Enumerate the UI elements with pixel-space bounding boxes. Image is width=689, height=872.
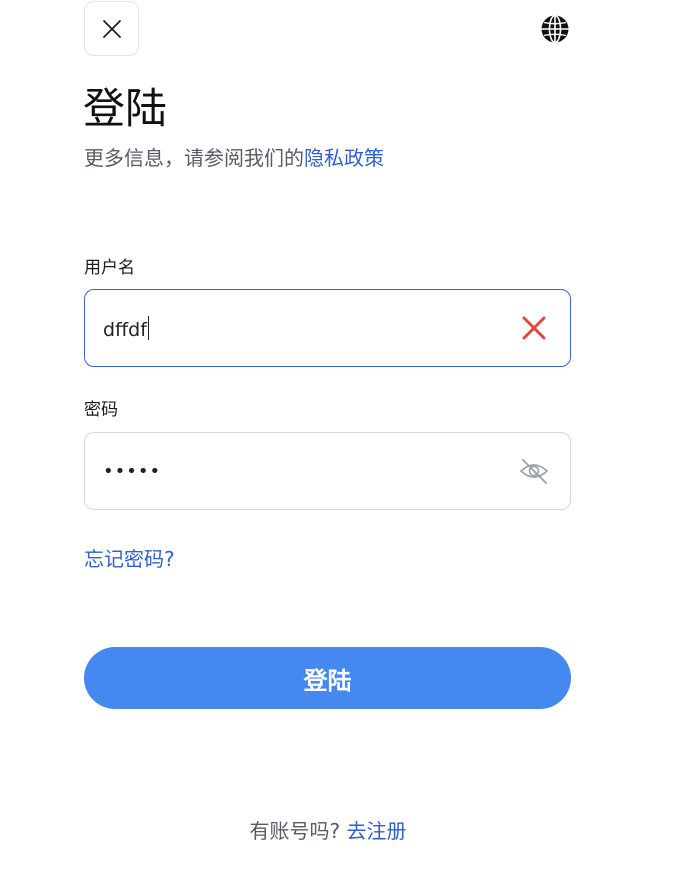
- username-value: dffdf: [103, 318, 147, 341]
- password-input[interactable]: •••••: [103, 461, 516, 482]
- privacy-policy-link[interactable]: 隐私政策: [304, 146, 384, 170]
- text-caret: [147, 315, 150, 340]
- close-button[interactable]: [84, 1, 139, 56]
- register-link[interactable]: 去注册: [346, 819, 406, 843]
- privacy-note-text: 更多信息，请参阅我们的: [84, 146, 304, 170]
- password-label: 密码: [84, 400, 118, 420]
- clear-username-button[interactable]: [516, 310, 552, 346]
- username-label: 用户名: [84, 258, 135, 278]
- language-button[interactable]: [539, 13, 571, 45]
- globe-icon: [541, 14, 569, 44]
- eye-off-icon: [519, 459, 549, 484]
- page-title: 登陆: [83, 84, 168, 133]
- close-icon: [102, 19, 121, 38]
- username-input[interactable]: dffdf: [103, 315, 516, 341]
- username-field[interactable]: dffdf: [84, 289, 571, 367]
- toggle-password-visibility-button[interactable]: [516, 453, 552, 489]
- register-prompt: 有账号吗? 去注册: [0, 817, 656, 845]
- register-prompt-text: 有账号吗?: [249, 819, 341, 843]
- forgot-password-link[interactable]: 忘记密码?: [84, 545, 175, 573]
- login-page: 登陆 更多信息，请参阅我们的隐私政策 用户名 dffdf 密码 ••••• 忘记…: [0, 0, 689, 872]
- clear-icon: [522, 316, 546, 340]
- login-button[interactable]: 登陆: [84, 647, 571, 709]
- privacy-note: 更多信息，请参阅我们的隐私政策: [84, 144, 384, 172]
- password-field[interactable]: •••••: [84, 432, 571, 510]
